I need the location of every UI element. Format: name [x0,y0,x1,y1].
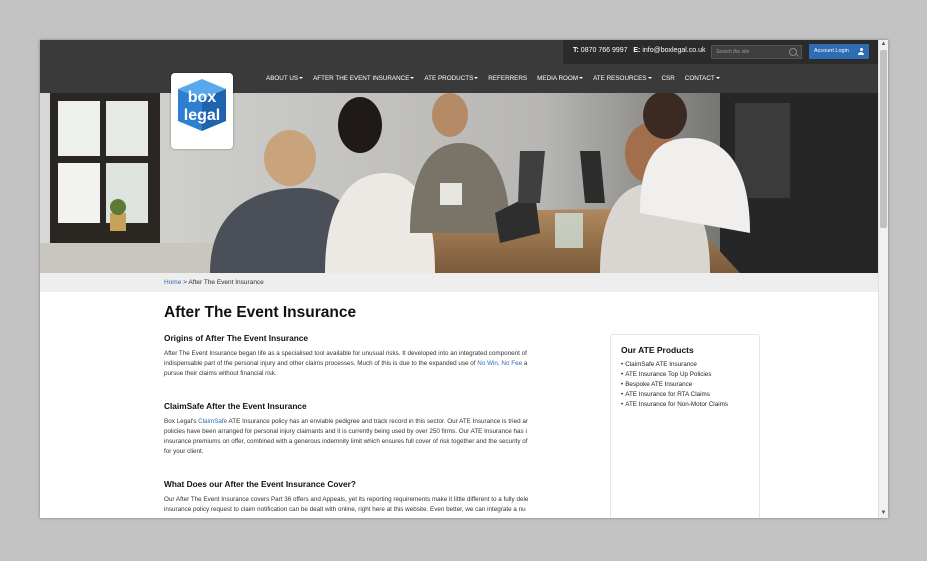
breadcrumb-bar: Home > After The Event Insurance [40,273,879,292]
nav-label: MEDIA ROOM [537,75,579,82]
text-run: pursue their claims without financial ri… [164,370,277,377]
section-text-cover: Our After The Event Insurance covers Par… [164,495,575,516]
text-line: insurance premiums on offer, combined wi… [164,437,575,447]
sidebar-item-non-motor[interactable]: ATE Insurance for Non-Motor Claims [621,400,728,410]
text-run: Our After The Event Insurance covers Par… [164,496,529,503]
account-login-button[interactable]: Account Login [809,44,869,59]
sidebar-item-top-up[interactable]: ATE Insurance Top Up Policies [621,370,728,380]
breadcrumb-separator: > [183,279,187,286]
nav-label: AFTER THE EVENT INSURANCE [313,75,410,82]
logo-text-box: box [187,89,217,106]
text-run: insurance policy request to claim notifi… [164,506,526,513]
nav-label: ABOUT US [266,75,299,82]
nav-item-ate-resources[interactable]: ATE RESOURCES [593,73,652,85]
sidebar-item-rta[interactable]: ATE Insurance for RTA Claims [621,390,728,400]
text-run: policies have been arranged for personal… [164,428,527,435]
search-box[interactable] [711,45,802,59]
section-heading-claimsafe: ClaimSafe After the Event Insurance [164,401,307,411]
scroll-up-arrow-icon[interactable]: ▲ [879,40,888,49]
phone-label: T: [573,47,579,54]
main-nav: ABOUT US AFTER THE EVENT INSURANCE ATE P… [266,73,730,85]
text-run: Box Legal's [164,418,199,425]
section-heading-cover: What Does our After the Event Insurance … [164,479,356,489]
search-icon[interactable] [789,48,797,56]
nav-item-about-us[interactable]: ABOUT US [266,73,304,85]
scrollbar-thumb[interactable] [880,50,887,228]
text-run: for your client. [164,448,204,455]
section-heading-origins: Origins of After The Event Insurance [164,333,308,343]
caret-down-icon [715,77,720,79]
account-login-label: Account Login [814,48,849,54]
breadcrumb-current: After The Event Insurance [188,279,264,286]
no-win-no-fee-link[interactable]: No Win, No Fee [477,360,522,367]
box-legal-logo[interactable]: box legal [171,73,233,149]
text-run: ATE Insurance policy has an enviable ped… [227,418,528,425]
user-icon [858,48,864,55]
breadcrumb: Home > After The Event Insurance [164,279,264,286]
top-bar: T: 0870 766 9997 E: info@boxlegal.co.uk … [563,40,879,64]
email-label: E: [633,47,641,54]
nav-label: CONTACT [684,75,715,82]
web-page: T: 0870 766 9997 E: info@boxlegal.co.uk … [40,40,879,518]
sidebar-list: ClaimSafe ATE Insurance ATE Insurance To… [621,360,728,410]
text-run: indispensable part of the personal injur… [164,360,478,367]
vertical-scrollbar[interactable]: ▲ ▼ [878,40,888,518]
caret-down-icon [647,77,652,79]
text-line: indispensable part of the personal injur… [164,359,575,369]
nav-item-media-room[interactable]: MEDIA ROOM [537,73,584,85]
text-line: After The Event Insurance began life as … [164,349,575,359]
text-line: policies have been arranged for personal… [164,427,575,437]
nav-item-csr[interactable]: CSR [662,73,675,85]
email-address[interactable]: info@boxlegal.co.uk [642,47,705,54]
section-text-claimsafe: Box Legal's ClaimSafe ATE Insurance poli… [164,417,575,458]
nav-item-after-the-event-insurance[interactable]: AFTER THE EVENT INSURANCE [313,73,415,85]
scroll-down-arrow-icon[interactable]: ▼ [879,509,888,518]
nav-label: CSR [661,75,675,82]
contact-info: T: 0870 766 9997 E: info@boxlegal.co.uk [573,47,705,54]
hero-photo-graphic [40,93,879,273]
caret-down-icon [410,77,415,79]
sidebar-item-bespoke[interactable]: Bespoke ATE Insurance [621,380,728,390]
breadcrumb-home-link[interactable]: Home [164,279,181,286]
logo-text-legal: legal [183,107,221,124]
nav-label: ATE RESOURCES [593,75,647,82]
text-line: Our After The Event Insurance covers Par… [164,495,575,505]
nav-item-contact[interactable]: CONTACT [685,73,720,85]
sidebar-title: Our ATE Products [621,345,694,355]
claimsafe-link[interactable]: ClaimSafe [198,418,227,425]
text-run: insurance premiums on offer, combined wi… [164,438,528,445]
caret-down-icon [474,77,479,79]
text-run: After The Event Insurance began life as … [164,350,527,357]
text-line: insurance policy request to claim notifi… [164,505,575,515]
text-line: pursue their claims without financial ri… [164,369,575,379]
text-line: Box Legal's ClaimSafe ATE Insurance poli… [164,417,575,427]
hero-office-photo [40,93,879,273]
nav-label: REFERRERS [488,75,528,82]
caret-down-icon [299,77,304,79]
phone-number[interactable]: 0870 766 9997 [581,47,628,54]
caret-down-icon [579,77,584,79]
section-text-origins: After The Event Insurance began life as … [164,349,575,380]
text-line: for your client. [164,447,575,457]
nav-item-referrers[interactable]: REFERRERS [488,73,527,85]
site-header: T: 0870 766 9997 E: info@boxlegal.co.uk … [40,40,879,93]
browser-window: T: 0870 766 9997 E: info@boxlegal.co.uk … [40,40,888,518]
text-run: a [522,360,528,367]
page-title: After The Event Insurance [164,304,357,321]
search-input[interactable] [716,46,786,58]
ate-products-sidebar: Our ATE Products ClaimSafe ATE Insurance… [610,334,760,518]
sidebar-item-claimsafe[interactable]: ClaimSafe ATE Insurance [621,360,728,370]
nav-item-ate-products[interactable]: ATE PRODUCTS [424,73,479,85]
nav-label: ATE PRODUCTS [424,75,474,82]
